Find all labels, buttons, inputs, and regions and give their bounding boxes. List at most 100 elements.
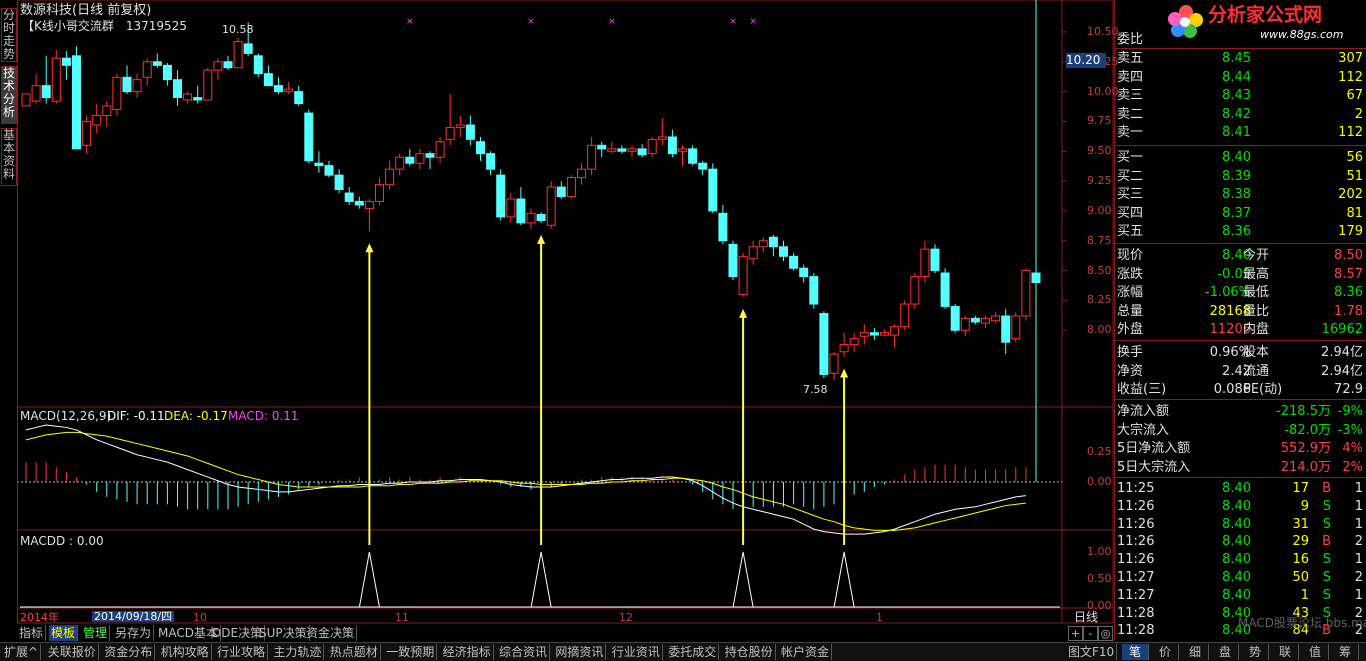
month-1: 1 — [876, 611, 883, 624]
ask-label: 卖二 — [1117, 106, 1144, 122]
candle-body — [657, 136, 667, 140]
info-tab[interactable]: 经济指标 — [441, 644, 494, 660]
macd-dea-label: DEA: -0.17 — [164, 409, 228, 423]
candle-body — [61, 57, 71, 66]
kline-chart[interactable]: × × × × × — [0, 0, 1114, 624]
logo-main-text: 分析家公式网 — [1208, 4, 1323, 26]
dif-line — [25, 424, 1026, 535]
tab-technical[interactable]: 技术分析 — [1, 66, 17, 124]
candle-body — [304, 112, 314, 162]
info-tab[interactable]: 资金分布 — [102, 644, 156, 660]
zoom-in-button[interactable]: + — [1068, 626, 1083, 641]
quote-row: 现价 8.40 今开 8.50 — [1115, 246, 1366, 265]
toolbar-tab[interactable]: 模板 — [49, 625, 79, 641]
macdd-signal — [833, 551, 855, 608]
candle-body — [536, 214, 546, 221]
detail-tab[interactable]: 筹 — [1332, 644, 1359, 660]
macdd-axis-100: 1.00 — [1087, 545, 1112, 558]
stats-value-2: 72.9 — [1334, 382, 1363, 398]
detail-tab[interactable]: 价 — [1152, 644, 1179, 660]
info-tab[interactable]: 行业资讯 — [610, 644, 663, 660]
candle-body — [465, 124, 475, 140]
detail-tab[interactable]: 势 — [1242, 644, 1269, 660]
tick-time: 11:28 — [1117, 605, 1155, 621]
site-logo: 分析家公式网 www.88gs.com — [1160, 2, 1366, 40]
f10-button[interactable]: 图文F10 — [1066, 644, 1118, 660]
toolbar-tab[interactable]: 另存为 — [113, 625, 155, 641]
candle-body — [667, 136, 677, 155]
price-tick-label: 9.75 — [1087, 114, 1112, 128]
bid-row: 买二 8.39 51 — [1115, 167, 1366, 186]
tab-intraday[interactable]: 分时走势 — [1, 8, 17, 62]
macdd-signal — [358, 551, 380, 608]
candle-body — [476, 141, 485, 155]
candle-body — [647, 138, 657, 155]
stats-row: 收益(三) 0.086 PE(动) 72.9 — [1115, 380, 1366, 399]
candle-body — [617, 148, 627, 152]
toolbar-tab[interactable]: 指标 — [17, 625, 47, 641]
candle-body — [698, 162, 708, 170]
stats-label-2: PE(动) — [1243, 382, 1283, 398]
dea-line — [25, 431, 1026, 531]
info-tab[interactable]: 网摘资讯 — [553, 644, 607, 660]
info-tab[interactable]: 行业攻略 — [215, 644, 269, 660]
candle-body — [21, 93, 31, 107]
candle-body — [314, 162, 324, 167]
quote-label-2: 今开 — [1243, 248, 1270, 263]
price-tick-label: 8.50 — [1087, 263, 1112, 277]
candle-body — [455, 124, 465, 128]
candle-body — [627, 148, 637, 152]
info-tab[interactable]: 主力轨迹 — [271, 644, 325, 660]
candle-body — [294, 91, 304, 105]
detail-tab[interactable]: 细 — [1182, 644, 1209, 660]
info-tab[interactable]: 综合资讯 — [497, 644, 551, 660]
candle-body — [405, 156, 415, 164]
info-tab[interactable]: 关联报价 — [46, 644, 99, 660]
stats-label: 收益(三) — [1117, 382, 1167, 398]
info-tab[interactable]: 扩展^ — [2, 644, 42, 660]
candle-body — [213, 61, 223, 71]
detail-tab[interactable]: 值 — [1302, 644, 1329, 660]
tick-row: 11:25 8.40 17 B 1 — [1115, 479, 1366, 498]
tick-count: 2 — [1354, 570, 1363, 585]
info-tab[interactable]: 委托成交 — [666, 644, 720, 660]
info-tab[interactable]: 持仓股份 — [723, 644, 776, 660]
forum-watermark: MACD股票论坛 bbs.macd.cn — [1238, 616, 1366, 630]
reset-zoom-button[interactable]: ◎ — [1098, 626, 1113, 641]
toolbar-tab[interactable]: 管理 — [81, 625, 111, 641]
info-tab[interactable]: 一致预期 — [384, 644, 438, 660]
flow-row: 大宗流入 -82.0万 -3% — [1115, 421, 1366, 440]
candle-body — [253, 55, 263, 75]
toolbar-tab[interactable]: 资金决策 — [304, 625, 358, 641]
tick-row: 11:26 8.40 29 B 2 — [1115, 532, 1366, 551]
tick-count: 1 — [1354, 516, 1363, 532]
bid-price: 8.38 — [1222, 187, 1251, 203]
candle-body — [274, 85, 283, 93]
candle-body — [1011, 315, 1021, 340]
candle-body — [799, 267, 809, 278]
info-tab[interactable]: 机构攻略 — [159, 644, 212, 660]
detail-tab[interactable]: 联 — [1272, 644, 1299, 660]
candle-body — [637, 148, 647, 156]
tick-volume: 9 — [1300, 498, 1309, 514]
bid-volume: 56 — [1346, 150, 1363, 165]
ask-row: 卖三 8.43 67 — [1115, 86, 1366, 105]
tick-time: 11:27 — [1117, 570, 1155, 585]
toolbar-tab[interactable]: SUP决策 — [257, 625, 310, 641]
info-tab[interactable]: 帐户资金 — [779, 644, 833, 660]
info-tab[interactable]: 热点题材 — [328, 644, 381, 660]
zoom-out-button[interactable]: - — [1083, 626, 1098, 641]
candle-body — [233, 40, 243, 69]
detail-tab[interactable]: 笔 — [1122, 644, 1149, 660]
tab-fundamentals[interactable]: 基本资料 — [1, 128, 17, 186]
ask-row: 卖二 8.42 2 — [1115, 105, 1366, 124]
detail-tab[interactable]: 盘 — [1212, 644, 1239, 660]
flow-label: 净流入额 — [1117, 404, 1170, 419]
candle-body — [193, 97, 203, 101]
candle-body — [597, 144, 607, 150]
candle-body — [486, 153, 496, 170]
tick-side: S — [1322, 498, 1331, 514]
logo-url: www.88gs.com — [1260, 28, 1344, 41]
period-label[interactable]: 日线 — [1074, 611, 1098, 623]
candle-body — [950, 305, 960, 331]
